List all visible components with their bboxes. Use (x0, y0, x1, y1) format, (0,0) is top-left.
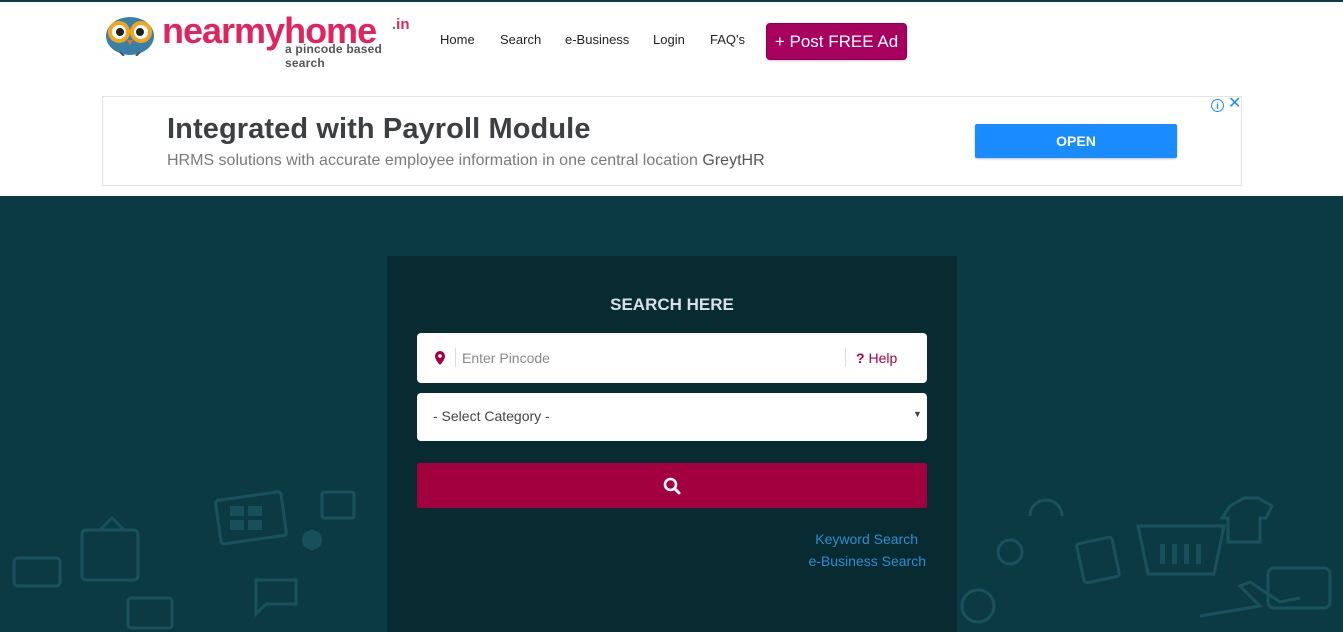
basket-icon (1136, 524, 1226, 576)
photo-icon (320, 490, 356, 520)
ad-banner[interactable]: Integrated with Payroll Module HRMS solu… (102, 96, 1242, 186)
ad-description: HRMS solutions with accurate employee in… (167, 152, 765, 170)
logo-tld: .in (392, 16, 410, 33)
search-panel: SEARCH HERE ? Help - Select Category - ▼… (387, 256, 957, 632)
nav-search[interactable]: Search (500, 32, 541, 47)
nav-home[interactable]: Home (440, 32, 475, 47)
clock-icon (960, 588, 996, 624)
search-button[interactable] (417, 463, 927, 508)
printer-icon (126, 596, 174, 630)
help-link[interactable]: ? Help (856, 350, 897, 366)
site-logo[interactable]: nearmyhome .in a pincode based search (104, 10, 424, 70)
search-title: SEARCH HERE (610, 295, 734, 314)
apple-icon (302, 530, 322, 550)
keyword-search-link[interactable]: Keyword Search (815, 531, 918, 547)
map-marker-icon (435, 351, 445, 365)
post-free-ad-button[interactable]: + Post FREE Ad (766, 23, 907, 60)
search-icon (663, 477, 681, 494)
site-header: nearmyhome .in a pincode based search Ho… (0, 2, 1343, 88)
category-selected-value: - Select Category - (433, 408, 550, 424)
ad-description-text: HRMS solutions with accurate employee in… (167, 152, 698, 169)
search-hero: SEARCH HERE ? Help - Select Category - ▼… (0, 196, 1343, 632)
chat-icon (254, 578, 298, 618)
pincode-field[interactable]: ? Help (417, 333, 927, 383)
pincode-input[interactable] (462, 345, 832, 371)
keyboard-icon (12, 556, 62, 588)
tshirt-icon (1219, 496, 1274, 544)
owl-logo-icon (106, 17, 154, 56)
divider (845, 348, 846, 367)
shopping-bag-icon (1075, 535, 1121, 585)
tv-icon (80, 528, 140, 582)
nav-login[interactable]: Login (653, 32, 685, 47)
help-label: Help (868, 350, 898, 366)
laptop-icon (214, 490, 288, 546)
nav-ebusiness[interactable]: e-Business (565, 32, 629, 47)
info-icon[interactable]: i (1211, 99, 1224, 112)
flower-icon (996, 538, 1024, 566)
logo-tld-text: in (396, 16, 410, 33)
ad-title[interactable]: Integrated with Payroll Module (167, 113, 591, 146)
headphones-icon (1028, 498, 1064, 517)
logo-tagline: a pincode based search (285, 42, 383, 70)
ad-brand[interactable]: GreytHR (702, 152, 764, 169)
caret-down-icon: ▼ (913, 409, 922, 419)
question-mark-icon: ? (856, 350, 865, 366)
airplane-icon (1199, 580, 1301, 618)
category-select[interactable]: - Select Category - ▼ (417, 393, 927, 441)
tv-antenna-icon (98, 515, 126, 532)
close-icon[interactable]: ✕ (1228, 96, 1241, 112)
divider (455, 348, 456, 367)
ebusiness-search-link[interactable]: e-Business Search (808, 553, 926, 569)
ad-open-button[interactable]: OPEN (975, 124, 1177, 158)
nav-faqs[interactable]: FAQ's (710, 32, 745, 47)
